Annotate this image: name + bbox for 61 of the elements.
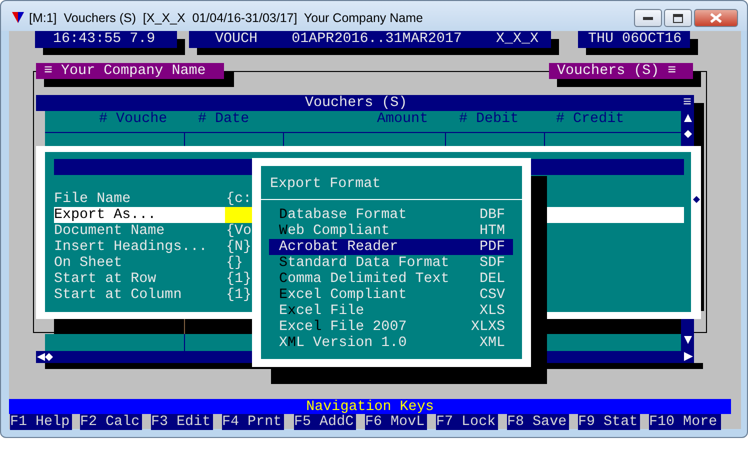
menu-item[interactable]: Excel Compliant CSV	[269, 287, 513, 303]
column-header: # Vouche	[99, 111, 168, 127]
menu-icon[interactable]: ≡	[683, 95, 692, 111]
menu-item[interactable]: Acrobat Reader PDF	[269, 239, 513, 255]
column-header: # Debit	[459, 111, 519, 127]
field-value: {N}	[226, 239, 252, 255]
column-header: # Date	[198, 111, 250, 127]
marker-icon	[693, 196, 700, 203]
maximize-icon	[673, 14, 683, 22]
menu-item[interactable]: Web Compliant HTM	[269, 223, 513, 239]
function-key[interactable]: F4 Prnt	[222, 414, 284, 430]
function-key[interactable]: F7 Lock	[436, 414, 498, 430]
function-key[interactable]: F8 Save	[507, 414, 569, 430]
function-key[interactable]: F5 AddC	[294, 414, 356, 430]
menu-item[interactable]: Database Format DBF	[269, 207, 513, 223]
function-key[interactable]: F10 More	[649, 414, 721, 430]
module-label: Vouchers (S) ≡	[549, 63, 693, 79]
field-value: {Vo	[226, 223, 252, 239]
info-box: 16:43:55 7.9	[35, 31, 177, 48]
field-label[interactable]: Start at Column	[54, 287, 225, 303]
column-header: Amount	[377, 111, 428, 127]
info-box: THU 06OCT16	[578, 31, 690, 48]
field-label[interactable]: Insert Headings...	[54, 239, 225, 255]
vouchers-title: Vouchers (S)	[305, 95, 408, 111]
field-value: {1}	[226, 287, 252, 303]
field-label[interactable]: On Sheet	[54, 255, 225, 271]
close-button[interactable]	[694, 9, 738, 27]
maximize-button[interactable]	[664, 9, 692, 27]
field-value: {}	[226, 255, 244, 271]
scroll-up-icon[interactable]	[683, 113, 693, 123]
function-key[interactable]: F3 Edit	[151, 414, 213, 430]
field-value: {1}	[226, 271, 252, 287]
scroll-down-icon[interactable]	[683, 335, 693, 345]
function-key[interactable]: F6 MovL	[365, 414, 427, 430]
function-key[interactable]: F2 Calc	[80, 414, 142, 430]
scroll-left-icon[interactable]	[37, 353, 53, 361]
menu-item[interactable]: Standard Data Format SDF	[269, 255, 513, 271]
scroll-thumb-icon[interactable]	[684, 130, 692, 138]
company-label: ≡ Your Company Name	[36, 63, 224, 79]
field-value: {c:	[226, 191, 252, 207]
minimize-icon	[643, 16, 653, 20]
function-key[interactable]: F1 Help	[10, 414, 72, 430]
field-label[interactable]: Start at Row	[54, 271, 225, 287]
scrollbar[interactable]	[681, 319, 694, 351]
window-title: [M:1] Vouchers (S) [X_X_X 01/04/16-31/03/17] Your Company Name	[29, 10, 423, 26]
app-icon	[11, 11, 25, 24]
menu-item[interactable]: Comma Delimited Text DEL	[269, 271, 513, 287]
menu-item[interactable]: Exce l File 2007 XLXS	[269, 319, 513, 335]
menu-item[interactable]: XML Version 1.0 XML	[269, 335, 513, 351]
info-box: VOUCH 01APR2016..31MAR2017 X_X_X	[189, 31, 551, 48]
function-key[interactable]: F9 Stat	[578, 414, 640, 430]
field-label[interactable]: Export As...	[54, 207, 225, 223]
column-header: # Credit	[556, 111, 624, 127]
menu-item[interactable]: Excel File XLS	[269, 303, 513, 319]
value-field[interactable]	[225, 207, 253, 223]
minimize-button[interactable]	[634, 9, 662, 27]
menu-title: Export Format	[270, 176, 381, 192]
field-label[interactable]: File Name	[54, 191, 225, 207]
field-label[interactable]: Document Name	[54, 223, 225, 239]
status-title: Navigation Keys	[9, 399, 731, 414]
close-icon	[710, 13, 722, 23]
